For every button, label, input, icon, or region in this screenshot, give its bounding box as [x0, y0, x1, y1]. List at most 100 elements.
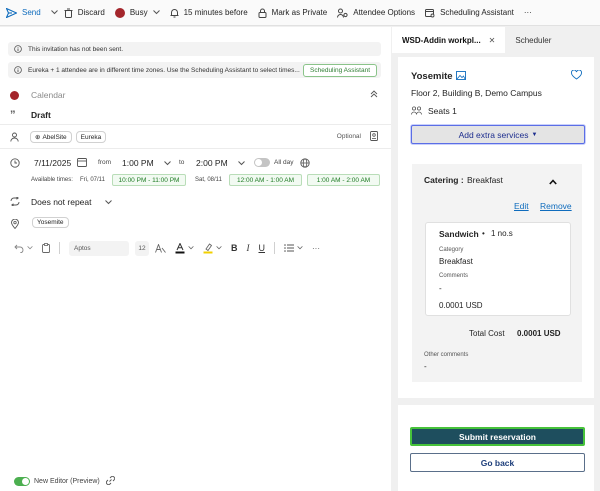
bullet-list-icon[interactable]: [284, 244, 294, 252]
discard-label: Discard: [77, 8, 105, 17]
info-icon: [14, 66, 22, 74]
slot-range: 10:00 PM - 11:00 PM: [118, 176, 180, 184]
timezone-text: Eureka + 1 attendee are in different tim…: [28, 66, 300, 74]
actions-card: [398, 405, 594, 491]
end-time-picker[interactable]: 2:00 PM: [196, 155, 245, 170]
chevron-down-icon[interactable]: [188, 246, 194, 250]
attendee-pill[interactable]: Eureka: [75, 131, 107, 143]
title-input[interactable]: Draft: [31, 110, 51, 120]
timezone-banner: Eureka + 1 attendee are in different tim…: [8, 62, 381, 78]
start-time-value: 1:00 PM: [122, 157, 154, 168]
scheduling-assistant-button[interactable]: Scheduling Assistant: [425, 0, 514, 26]
location-pill[interactable]: Yosemite: [32, 217, 69, 228]
calendar-field[interactable]: Calendar: [31, 90, 66, 100]
item-name: Sandwich: [439, 229, 479, 239]
banner-scheduling-assistant-button[interactable]: Scheduling Assistant: [303, 63, 377, 77]
command-toolbar: Send Discard Busy 15 minutes before Mark…: [0, 0, 600, 26]
highlighter-icon[interactable]: [203, 242, 213, 254]
repeat-dropdown[interactable]: Does not repeat: [31, 194, 113, 209]
not-sent-text: This invitation has not been sent.: [28, 45, 124, 53]
chevron-down-icon[interactable]: [216, 246, 222, 250]
catering-label: Catering :: [424, 175, 464, 185]
add-icon: ⊕: [35, 134, 41, 141]
slot-day-label: Fri, 07/11: [80, 177, 105, 183]
add-services-label: Add extra services: [458, 129, 529, 140]
slot-day-label: Sat, 08/11: [195, 177, 222, 183]
send-options-chevron-icon[interactable]: [50, 0, 58, 26]
chevron-down-icon[interactable]: [27, 246, 33, 250]
underline-icon[interactable]: U: [259, 243, 266, 253]
address-book-icon[interactable]: [370, 131, 378, 143]
info-icon: [14, 45, 22, 53]
link-icon[interactable]: [105, 476, 115, 487]
font-size-select[interactable]: 12: [135, 240, 149, 256]
tab-wsd-addin[interactable]: WSD-Addin workpl... ✕: [392, 27, 506, 53]
comments-label: Comments: [439, 273, 469, 279]
new-editor-toggle[interactable]: [14, 477, 30, 486]
chevron-down-icon: [105, 197, 113, 207]
location-pin-icon: [11, 218, 19, 231]
not-sent-banner: This invitation has not been sent.: [8, 42, 381, 56]
addin-tabs: WSD-Addin workpl... ✕ Scheduler: [392, 27, 600, 53]
undo-icon[interactable]: [14, 244, 24, 253]
show-as-busy-button[interactable]: Busy: [114, 0, 160, 26]
calendar-row[interactable]: Calendar: [0, 88, 391, 102]
total-cost-label: Total Cost: [469, 329, 505, 338]
more-format-icon[interactable]: ···: [312, 244, 320, 253]
divider: [0, 148, 391, 149]
image-icon[interactable]: [456, 71, 466, 82]
people-settings-icon: [337, 8, 348, 18]
add-extra-services-button[interactable]: Add extra services ▼: [411, 125, 585, 144]
font-family-value: Aptos: [74, 244, 91, 252]
bold-icon[interactable]: B: [231, 243, 238, 253]
edit-link[interactable]: Edit: [514, 201, 529, 211]
reminder-button[interactable]: 15 minutes before: [170, 0, 248, 26]
send-button[interactable]: Send: [6, 0, 41, 26]
mark-private-button[interactable]: Mark as Private: [258, 0, 327, 26]
catering-value: Breakfast: [467, 175, 503, 185]
chevron-down-icon: [152, 8, 160, 17]
repeat-value: Does not repeat: [31, 196, 92, 207]
discard-button[interactable]: Discard: [64, 0, 105, 26]
collapse-chevron-up-icon[interactable]: [549, 178, 557, 187]
all-day-switch[interactable]: [254, 158, 270, 167]
submit-label: Submit reservation: [459, 431, 536, 442]
date-picker[interactable]: 7/11/2025: [34, 155, 88, 170]
more-options-button[interactable]: ···: [524, 0, 532, 26]
submit-reservation-button[interactable]: Submit reservation: [410, 427, 585, 446]
font-size-value: 12: [138, 244, 146, 252]
available-slot[interactable]: 12:00 AM - 1:00 AM: [229, 174, 302, 186]
collapse-chevron-icon[interactable]: [370, 90, 378, 100]
attendee-options-button[interactable]: Attendee Options: [337, 0, 415, 26]
person-icon: [10, 132, 19, 142]
favorite-heart-icon[interactable]: [571, 69, 582, 82]
clock-icon: [10, 158, 20, 170]
time-zone-globe-icon[interactable]: [300, 158, 310, 170]
title-row: ” Draft: [0, 108, 391, 122]
scheduling-assistant-label: Scheduling Assistant: [440, 8, 514, 17]
all-day-label: All day: [274, 159, 294, 166]
text-style-icon[interactable]: [155, 243, 166, 253]
close-icon[interactable]: ✕: [489, 36, 496, 45]
all-day-toggle[interactable]: All day: [254, 158, 294, 167]
tab-scheduler[interactable]: Scheduler: [505, 27, 561, 53]
available-slot[interactable]: 10:00 PM - 11:00 PM: [112, 174, 186, 186]
font-color-icon[interactable]: [175, 242, 185, 254]
italic-icon[interactable]: I: [247, 243, 250, 253]
available-slot[interactable]: 1:00 AM - 2:00 AM: [307, 174, 380, 186]
start-time-picker[interactable]: 1:00 PM: [122, 155, 171, 170]
category-value: Breakfast: [439, 257, 473, 266]
chevron-down-icon: [237, 158, 245, 168]
go-back-button[interactable]: Go back: [410, 453, 585, 472]
clipboard-icon[interactable]: [42, 243, 50, 253]
seats-icon: [411, 106, 422, 117]
calendar-people-icon: [425, 8, 435, 18]
chevron-down-icon[interactable]: [297, 246, 303, 250]
room-name: Yosemite: [411, 71, 453, 82]
attendee-pill[interactable]: ⊕ AbelSite: [30, 131, 72, 143]
calendar-color-icon: [10, 90, 19, 100]
reminder-label: 15 minutes before: [183, 8, 248, 17]
font-family-select[interactable]: Aptos: [69, 240, 129, 256]
optional-attendees-button[interactable]: Optional: [337, 133, 361, 140]
remove-link[interactable]: Remove: [540, 201, 572, 211]
